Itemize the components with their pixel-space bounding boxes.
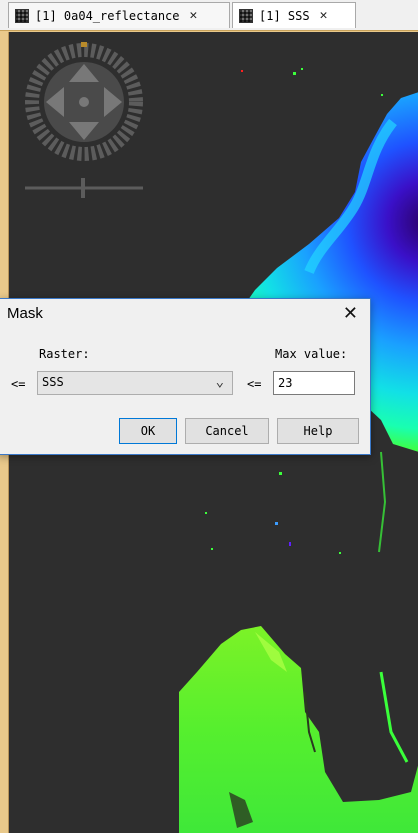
tab-reflectance[interactable]: [1] 0a04_reflectance ✕ <box>8 2 230 28</box>
lower-bound-operator: <= <box>11 377 26 391</box>
max-value-input[interactable]: 23 <box>273 371 355 395</box>
close-icon[interactable]: ✕ <box>343 303 358 324</box>
cancel-button[interactable]: Cancel <box>185 418 269 444</box>
raster-grid-icon <box>15 8 29 23</box>
raster-label: Raster: <box>39 347 90 361</box>
max-value-text: 23 <box>278 376 293 390</box>
max-value-label: Max value: <box>275 347 348 361</box>
raster-grid-icon <box>239 8 253 23</box>
dialog-title: Mask <box>7 305 43 322</box>
tab-label: [1] 0a04_reflectance <box>35 8 180 23</box>
pan-navigation-icon[interactable] <box>23 40 145 230</box>
raster-select[interactable]: SSS ⌄ <box>37 371 233 395</box>
help-button[interactable]: Help <box>277 418 359 444</box>
raster-select-value: SSS <box>42 375 64 389</box>
tab-bar: [1] 0a04_reflectance ✕ [1] SSS ✕ <box>0 0 418 31</box>
mask-dialog: Mask ✕ Raster: Max value: <= SSS ⌄ <= 23… <box>0 298 371 455</box>
tab-sss[interactable]: [1] SSS ✕ <box>232 2 356 28</box>
close-icon[interactable]: ✕ <box>320 8 328 23</box>
dialog-body: Raster: Max value: <= SSS ⌄ <= 23 OK Can… <box>0 333 370 454</box>
upper-bound-operator: <= <box>247 377 262 391</box>
close-icon[interactable]: ✕ <box>190 8 198 23</box>
ok-button[interactable]: OK <box>119 418 177 444</box>
chevron-down-icon: ⌄ <box>215 374 224 390</box>
tab-label: [1] SSS <box>259 8 310 23</box>
